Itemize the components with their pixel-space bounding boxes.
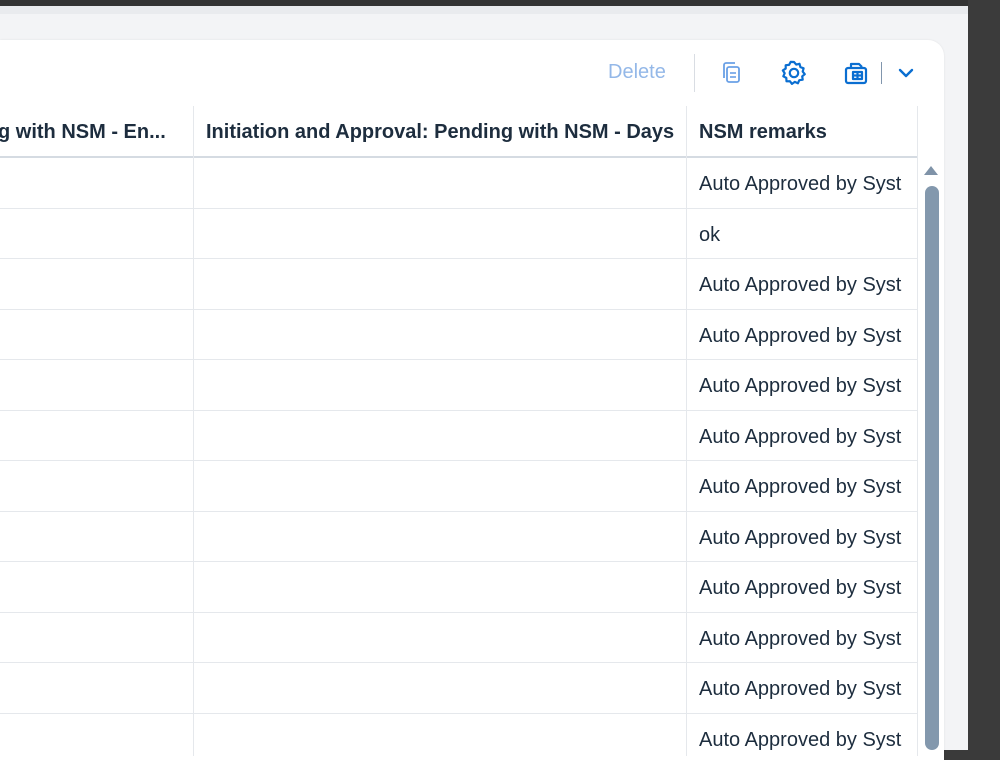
cell-pending-nsm-days	[194, 663, 686, 713]
cell-pending-nsm-end	[0, 158, 193, 208]
table-row[interactable]: Auto Approved by Syst	[0, 562, 918, 613]
window-right-edge	[968, 0, 1000, 750]
export-menu-button[interactable]	[888, 55, 924, 91]
cell-nsm-remarks: Auto Approved by Syst	[699, 627, 902, 650]
cell-pending-nsm-days	[194, 512, 686, 562]
table-row[interactable]: Auto Approved by Syst	[0, 512, 918, 562]
cell-pending-nsm-days	[194, 562, 686, 612]
column-header-nsm-remarks[interactable]: NSM remarks	[687, 106, 918, 156]
cell-nsm-remarks: Auto Approved by Syst	[699, 375, 902, 397]
table-row[interactable]: Auto Approved by Syst	[0, 461, 918, 512]
table-row[interactable]: Auto Approved by Syst	[0, 663, 918, 714]
data-table: g with NSM - En... Initiation and Approv…	[0, 106, 918, 756]
scrollbar-thumb[interactable]	[925, 186, 939, 750]
table-toolbar: Delete	[0, 40, 944, 106]
cell-nsm-remarks: Auto Approved by Syst	[699, 577, 902, 599]
cell-pending-nsm-end	[0, 411, 193, 461]
cell-nsm-remarks: Auto Approved by Syst	[699, 526, 902, 549]
table-row[interactable]: Auto Approved by Syst	[0, 411, 918, 461]
cell-pending-nsm-end	[0, 310, 193, 360]
cell-nsm-remarks: Auto Approved by Syst	[699, 274, 902, 296]
cell-pending-nsm-days	[194, 613, 686, 663]
settings-button[interactable]	[776, 55, 812, 91]
column-header-pending-nsm-end[interactable]: g with NSM - En...	[0, 106, 193, 156]
table-header-row: g with NSM - En... Initiation and Approv…	[0, 106, 918, 158]
cell-nsm-remarks: Auto Approved by Syst	[699, 324, 902, 347]
cell-pending-nsm-days	[194, 310, 686, 360]
cell-nsm-remarks: Auto Approved by Syst	[699, 678, 902, 700]
cell-pending-nsm-days	[194, 411, 686, 461]
cell-pending-nsm-days	[194, 461, 686, 511]
settings-icon	[781, 60, 806, 85]
split-button-separator	[881, 62, 882, 84]
chevron-down-icon	[898, 68, 914, 78]
cell-nsm-remarks: Auto Approved by Syst	[699, 425, 902, 448]
cell-pending-nsm-end	[0, 562, 193, 612]
cell-pending-nsm-end	[0, 663, 193, 713]
cell-nsm-remarks: ok	[699, 223, 721, 246]
cell-pending-nsm-days	[194, 158, 686, 208]
header-band	[0, 6, 968, 14]
column-header-label: NSM remarks	[699, 121, 827, 143]
scroll-up-arrow-icon[interactable]	[924, 166, 938, 175]
column-header-pending-nsm-days[interactable]: Initiation and Approval: Pending with NS…	[194, 106, 686, 156]
cell-pending-nsm-end	[0, 613, 193, 663]
delete-button[interactable]: Delete	[598, 54, 676, 90]
table-row[interactable]: Auto Approved by Syst	[0, 613, 918, 663]
copy-button[interactable]	[714, 55, 750, 91]
cell-pending-nsm-days	[194, 259, 686, 309]
table-row[interactable]: Auto Approved by Syst	[0, 158, 918, 209]
table-row[interactable]: Auto Approved by Syst	[0, 310, 918, 360]
cell-pending-nsm-end	[0, 360, 193, 410]
column-header-label: g with NSM - En...	[0, 121, 166, 143]
table-row[interactable]: Auto Approved by Syst	[0, 360, 918, 411]
cell-pending-nsm-end	[0, 461, 193, 511]
column-header-label: Initiation and Approval: Pending with NS…	[206, 121, 675, 143]
table-row[interactable]: Auto Approved by Syst	[0, 259, 918, 310]
cell-nsm-remarks: Auto Approved by Syst	[699, 476, 902, 498]
toolbar-separator	[694, 54, 695, 92]
cell-nsm-remarks: Auto Approved by Syst	[699, 173, 902, 195]
table-row[interactable]: ok	[0, 209, 918, 259]
cell-pending-nsm-days	[194, 360, 686, 410]
copy-icon	[723, 62, 740, 83]
cell-pending-nsm-end	[0, 259, 193, 309]
export-button[interactable]	[838, 55, 874, 91]
cell-pending-nsm-days	[194, 209, 686, 259]
cell-pending-nsm-end	[0, 512, 193, 562]
cell-pending-nsm-end	[0, 209, 193, 259]
export-icon	[844, 62, 868, 85]
